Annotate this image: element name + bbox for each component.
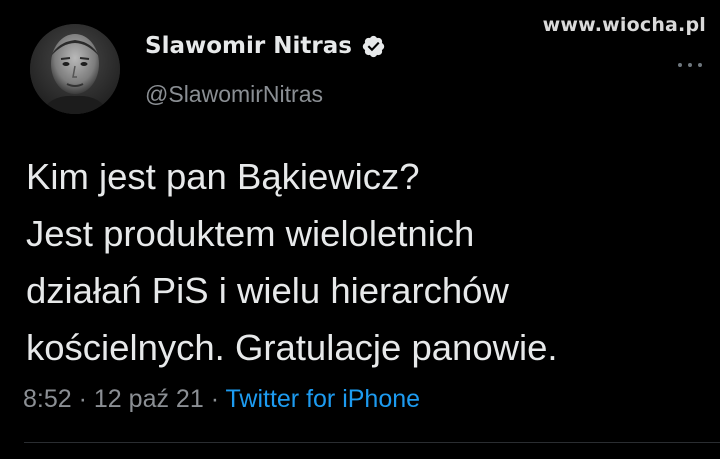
verified-badge-icon	[362, 35, 385, 57]
divider	[24, 442, 720, 443]
tweet-meta: 8:52 · 12 paź 21 · Twitter for iPhone	[23, 385, 420, 414]
tweet-line: kościelnych. Gratulacje panowie.	[26, 327, 558, 368]
tweet-date[interactable]: 12 paź 21	[94, 385, 204, 413]
avatar-photo	[30, 24, 120, 114]
tweet-line: Kim jest pan Bąkiewicz?	[26, 156, 420, 197]
tweet-source-link[interactable]: Twitter for iPhone	[226, 385, 421, 413]
author-handle[interactable]: @SlawomirNitras	[145, 81, 323, 108]
watermark: www.wiocha.pl	[542, 14, 706, 36]
more-options-icon[interactable]	[678, 60, 702, 70]
author-name-row[interactable]: Slawomir Nitras	[145, 33, 386, 59]
meta-separator: ·	[78, 385, 87, 413]
author-name[interactable]: Slawomir Nitras	[145, 33, 352, 59]
tweet-time[interactable]: 8:52	[23, 385, 72, 413]
tweet-line: Jest produktem wieloletnich	[26, 213, 475, 254]
tweet-line: działań PiS i wielu hierarchów	[26, 270, 509, 311]
tweet-text: Kim jest pan Bąkiewicz? Jest produktem w…	[26, 148, 706, 376]
meta-separator: ·	[210, 385, 220, 413]
avatar[interactable]	[30, 24, 120, 114]
